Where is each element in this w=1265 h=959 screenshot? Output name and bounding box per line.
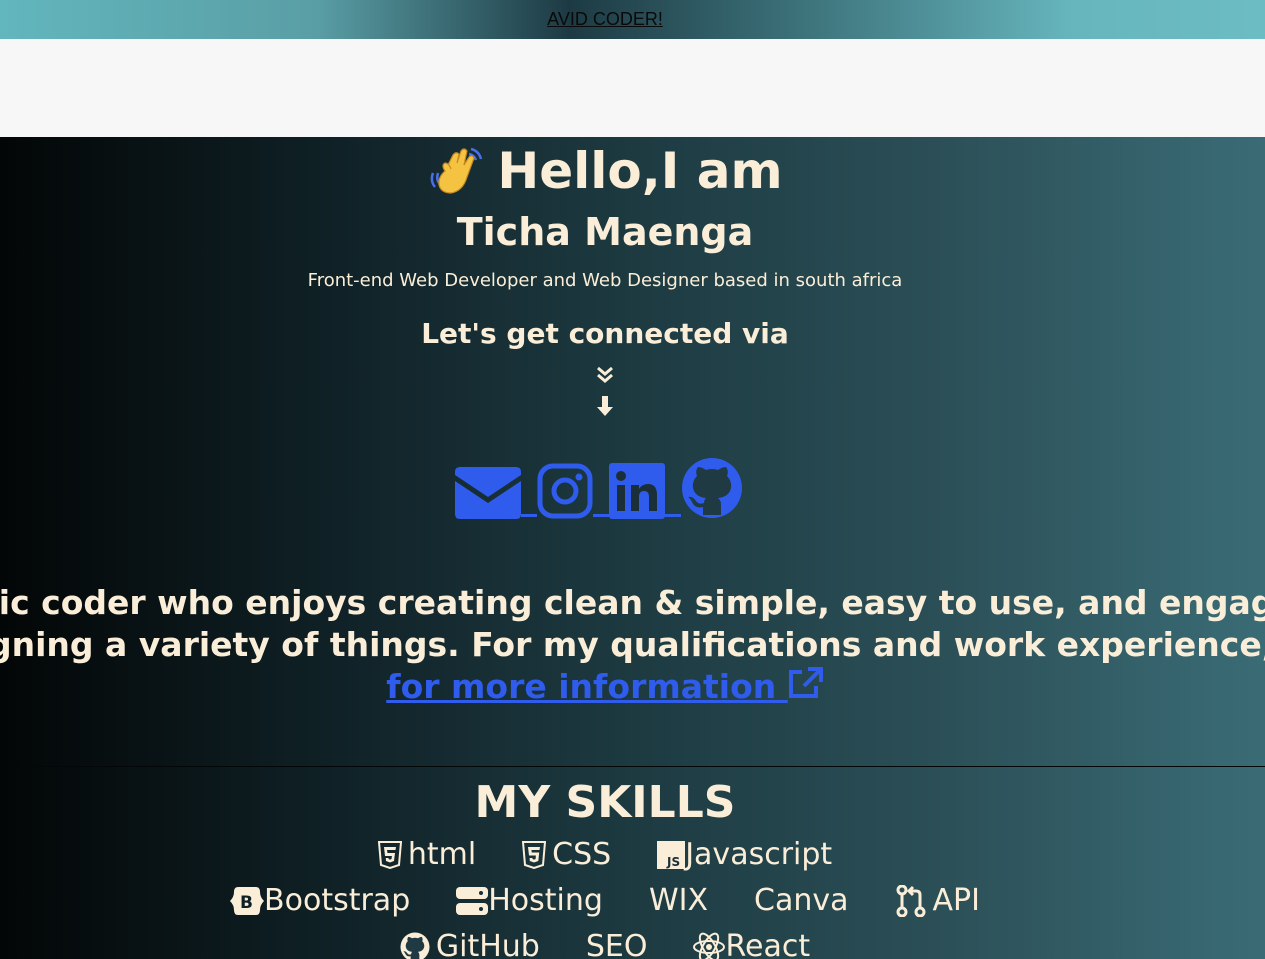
link-underline bbox=[665, 514, 681, 517]
skill-api: API bbox=[895, 883, 980, 918]
github-link[interactable] bbox=[681, 457, 743, 519]
skill-canva: Canva bbox=[754, 883, 849, 918]
skill-html: html bbox=[377, 837, 476, 872]
skills-row: B Bootstrap Hosting WIX Canva API bbox=[0, 883, 1210, 918]
arrow-down-icon bbox=[597, 396, 613, 416]
social-links bbox=[455, 457, 743, 519]
html5-icon bbox=[377, 840, 402, 869]
skill-wix: WIX bbox=[648, 883, 709, 918]
greeting-heading: Hello,I am bbox=[0, 142, 1210, 200]
skill-react: React bbox=[693, 929, 810, 959]
github-icon bbox=[682, 458, 742, 518]
bio-line: tic coder who enjoys creating clean & si… bbox=[0, 583, 1265, 622]
git-pull-request-icon bbox=[896, 884, 925, 917]
instagram-link[interactable] bbox=[537, 463, 593, 519]
skill-css: CSS bbox=[522, 837, 611, 872]
skills-heading: MY SKILLS bbox=[474, 777, 736, 828]
server-icon bbox=[456, 886, 489, 915]
skills-row: html CSS JS Javascript bbox=[0, 837, 1210, 872]
connect-heading: Let's get connected via bbox=[421, 317, 789, 350]
subtitle-text: Front-end Web Developer and Web Designer… bbox=[307, 270, 903, 291]
svg-text:JS: JS bbox=[666, 855, 680, 869]
skill-bootstrap: B Bootstrap bbox=[230, 883, 410, 918]
skill-javascript: JS Javascript bbox=[657, 837, 832, 872]
css3-icon bbox=[522, 840, 547, 869]
linkedin-link[interactable] bbox=[609, 463, 665, 519]
navbar-area bbox=[0, 39, 1265, 137]
instagram-icon bbox=[537, 463, 593, 519]
linkedin-icon bbox=[609, 463, 665, 519]
github-icon bbox=[400, 931, 430, 959]
waving-hand-icon bbox=[431, 147, 483, 194]
top-banner: AVID CODER! bbox=[0, 0, 1265, 39]
email-link[interactable] bbox=[455, 467, 521, 519]
link-underline bbox=[521, 514, 537, 517]
bio-line: gning a variety of things. For my qualif… bbox=[0, 625, 1265, 664]
name-heading: Ticha Maenga bbox=[456, 210, 754, 254]
bio-paragraph: tic coder who enjoys creating clean & si… bbox=[0, 582, 1265, 708]
envelope-icon bbox=[455, 467, 521, 519]
bootstrap-icon: B bbox=[230, 886, 265, 915]
external-link-icon bbox=[788, 667, 823, 698]
double-chevron-down-icon bbox=[597, 366, 613, 383]
link-underline bbox=[593, 514, 609, 517]
skill-hosting: Hosting bbox=[456, 883, 603, 918]
skills-row: GitHub SEO React bbox=[0, 929, 1210, 959]
skill-github: GitHub bbox=[400, 929, 540, 959]
js-icon: JS bbox=[657, 840, 686, 869]
arrow-down-group bbox=[594, 365, 616, 423]
skill-seo: SEO bbox=[585, 929, 648, 959]
greeting-text: Hello,I am bbox=[497, 142, 783, 200]
svg-text:B: B bbox=[240, 893, 253, 913]
react-icon bbox=[693, 932, 726, 959]
section-divider bbox=[0, 766, 1265, 767]
avid-coder-link[interactable]: AVID CODER! bbox=[547, 9, 663, 30]
hero-section: Hello,I am Ticha Maenga Front-end Web De… bbox=[0, 137, 1265, 959]
more-info-link[interactable]: for more information bbox=[386, 667, 824, 706]
